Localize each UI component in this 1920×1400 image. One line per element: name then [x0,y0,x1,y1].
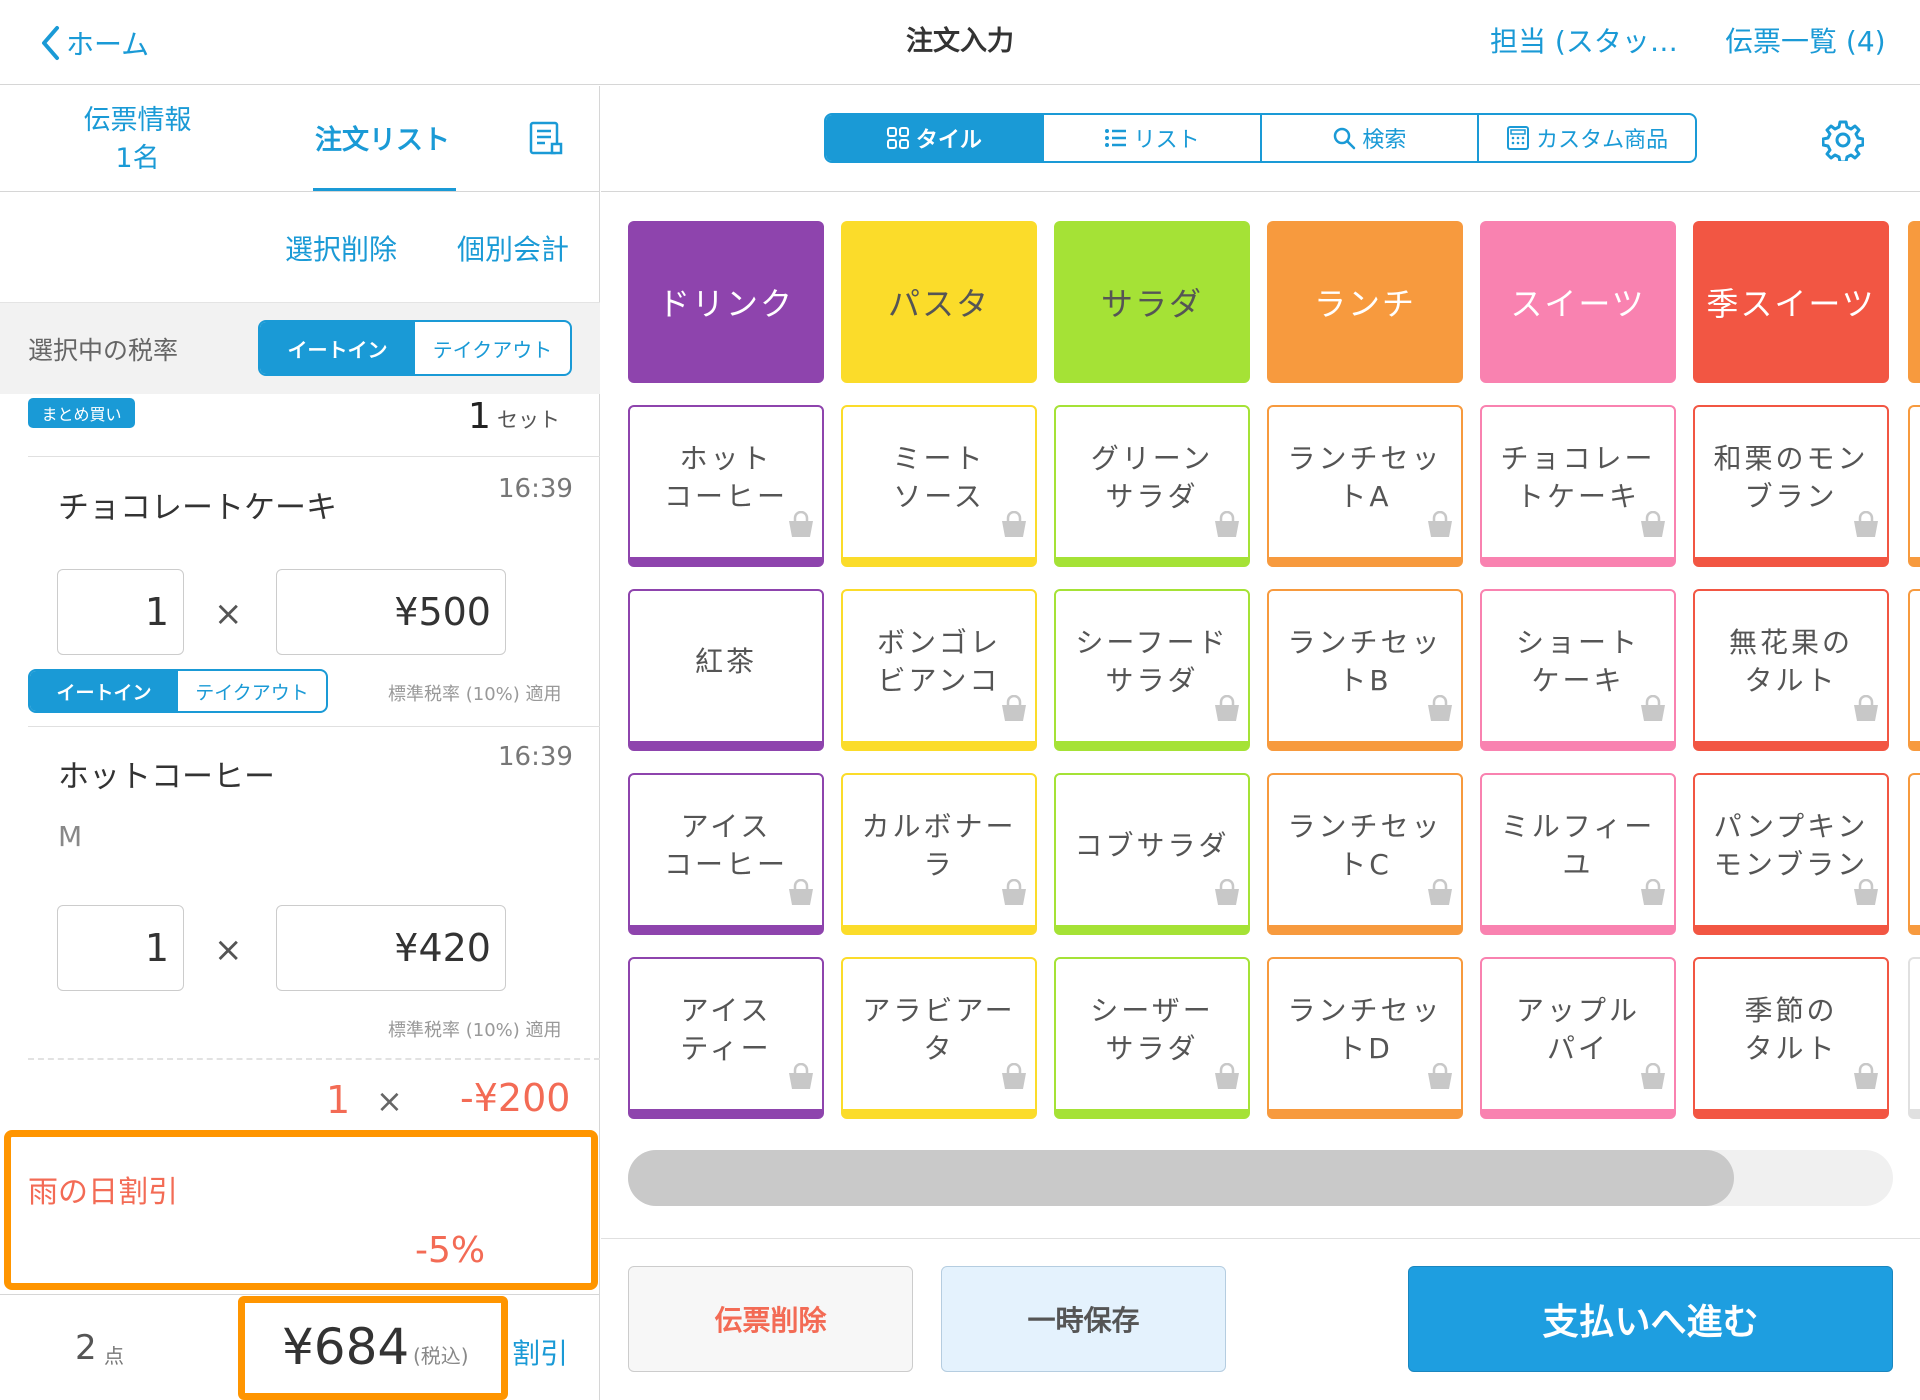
product-tile-label: ランチセッ トC [1287,810,1443,881]
divider [601,1238,1920,1239]
product-tile[interactable]: ボンゴレ ビアンコ [841,589,1037,751]
product-tile[interactable]: 和栗のモン ブラン [1693,405,1889,567]
takeout-bag-icon [786,1062,816,1101]
product-tile-label: アイス ティー [680,994,772,1065]
takeout-bag-icon [786,510,816,549]
product-tile[interactable]: 無花果の タルト [1693,589,1889,751]
product-tile-label: グリーン サラダ [1090,442,1214,513]
product-tile-label: ショート ケーキ [1515,626,1640,697]
product-tile[interactable]: 季節の タルト [1693,957,1889,1119]
product-tile[interactable]: チョコレー トケーキ [1480,405,1676,567]
takeout-bag-icon [1851,878,1881,917]
takeout-bag-icon [1212,510,1242,549]
product-tile[interactable]: ホット コーヒー [628,405,824,567]
item-count: 2 [75,1328,97,1368]
product-tile-label: ボンゴレ ビアンコ [876,626,1001,697]
hold-button[interactable]: 一時保存 [941,1266,1226,1372]
category-tile[interactable]: ランチ [1267,221,1463,383]
product-tile-label: 季節の タルト [1744,994,1838,1065]
product-tile-label: アップル パイ [1515,994,1640,1065]
takeout-bag-icon [1638,694,1668,733]
product-tile[interactable]: 紅茶 [628,589,824,751]
product-tile[interactable]: ランチセッ トB [1267,589,1463,751]
product-tile-label: 紅茶 [694,645,757,678]
product-tile[interactable]: ランチセッ トD [1267,957,1463,1119]
product-tile[interactable]: シーフード サラダ [1054,589,1250,751]
product-tile-label: アイス コーヒー [663,810,788,881]
total-amount: ¥684 [282,1318,410,1376]
product-tile[interactable]: シーザー サラダ [1054,957,1250,1119]
tile-scrollbar-thumb[interactable] [628,1150,1734,1206]
product-tile[interactable]: ミルフィー ユ [1480,773,1676,935]
product-tile-label: ランチセッ トD [1287,994,1443,1065]
product-tile[interactable]: アップル パイ [1480,957,1676,1119]
takeout-bag-icon [1212,1062,1242,1101]
category-tile[interactable]: パスタ [841,221,1037,383]
next-product-tile[interactable] [1908,773,1920,935]
takeout-bag-icon [999,878,1029,917]
discount-button[interactable]: 割引 [512,1332,568,1372]
product-tile[interactable]: アイス コーヒー [628,773,824,935]
takeout-bag-icon [1212,878,1242,917]
takeout-bag-icon [999,510,1029,549]
takeout-bag-icon [1851,1062,1881,1101]
takeout-bag-icon [1425,694,1455,733]
category-tile[interactable]: スイーツ [1480,221,1676,383]
product-tile-label: アラビアー タ [862,994,1016,1065]
next-product-tile[interactable] [1908,589,1920,751]
next-category-tile[interactable] [1908,221,1920,383]
product-tile[interactable]: ショート ケーキ [1480,589,1676,751]
product-tile[interactable]: グリーン サラダ [1054,405,1250,567]
rain-discount-percent: -5% [415,1230,486,1271]
delete-slip-button[interactable]: 伝票削除 [628,1266,913,1372]
takeout-bag-icon [1425,878,1455,917]
takeout-bag-icon [786,878,816,917]
category-tile[interactable]: サラダ [1054,221,1250,383]
next-product-tile[interactable] [1908,957,1920,1119]
takeout-bag-icon [1638,1062,1668,1101]
product-tile[interactable]: カルボナー ラ [841,773,1037,935]
proceed-to-payment-button[interactable]: 支払いへ進む [1408,1266,1893,1372]
product-tile-label: カルボナー ラ [861,810,1017,881]
product-tile-grid: ドリンクホット コーヒー紅茶アイス コーヒー アイス ティー パスタミート ソースボ… [0,0,1920,1130]
product-tile-label: ミート ソース [892,442,986,513]
takeout-bag-icon [1425,510,1455,549]
takeout-bag-icon [1212,694,1242,733]
takeout-bag-icon [1425,1062,1455,1101]
takeout-bag-icon [1638,510,1668,549]
takeout-bag-icon [999,1062,1029,1101]
product-tile-label: 無花果の タルト [1728,626,1853,697]
product-tile[interactable]: コブサラダ [1054,773,1250,935]
next-product-tile[interactable] [1908,405,1920,567]
product-tile-label: パンプキン モンブラン [1713,810,1869,881]
product-tile-label: シーザー サラダ [1090,994,1214,1065]
takeout-bag-icon [1851,510,1881,549]
category-tile[interactable]: ドリンク [628,221,824,383]
product-tile[interactable]: パンプキン モンブラン [1693,773,1889,935]
rain-discount-name: 雨の日割引 [28,1175,178,1210]
item-count-unit: 点 [104,1344,124,1368]
product-tile[interactable]: アイス ティー [628,957,824,1119]
product-tile[interactable]: ランチセッ トA [1267,405,1463,567]
product-tile-label: 和栗のモン ブラン [1713,442,1869,513]
product-tile-label: コブサラダ [1074,829,1230,862]
product-tile-label: シーフード サラダ [1075,626,1229,697]
category-tile[interactable]: 季スイーツ [1693,221,1889,383]
product-tile[interactable]: ミート ソース [841,405,1037,567]
product-tile-label: ホット コーヒー [663,442,788,513]
product-tile-label: ミルフィー ユ [1500,810,1656,881]
product-tile[interactable]: ランチセッ トC [1267,773,1463,935]
product-tile-label: ランチセッ トB [1287,626,1443,697]
takeout-bag-icon [1851,694,1881,733]
product-tile-label: ランチセッ トA [1287,442,1443,513]
product-tile-label: チョコレー トケーキ [1500,442,1656,513]
takeout-bag-icon [999,694,1029,733]
product-tile[interactable]: アラビアー タ [841,957,1037,1119]
total-tax-note: (税込) [413,1344,469,1368]
takeout-bag-icon [1638,878,1668,917]
